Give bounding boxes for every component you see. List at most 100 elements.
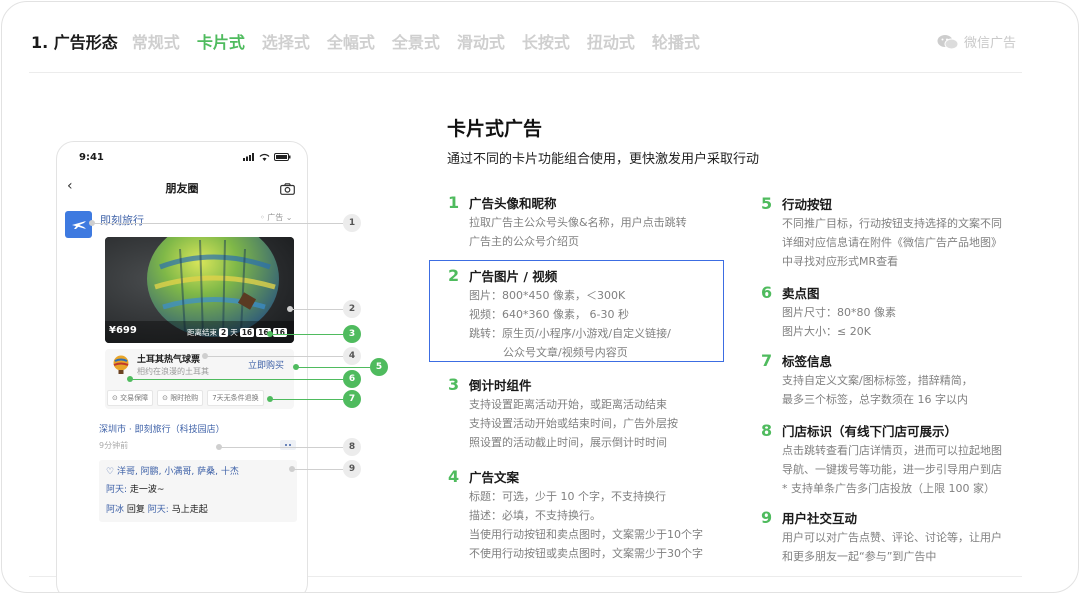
likes-list[interactable]: ♡ 洋哥, 阿鹏, 小满哥, 萨桑, 十杰 [106, 464, 239, 477]
wechat-icon [937, 34, 959, 49]
callout-line-3 [270, 334, 343, 335]
product-description: 相约在浪漫的土耳其 [137, 367, 209, 376]
feature-number: 4 [448, 467, 460, 486]
ad-nickname[interactable]: 即刻旅行 [100, 212, 144, 228]
callout-badge-7: 7 [343, 390, 361, 408]
content-subtitle: 通过不同的卡片功能组合使用，更快激发用户采取行动 [447, 152, 760, 167]
feature-description: 图片尺寸：80*80 像素 图片大小：≤ 20K [782, 306, 896, 338]
feature-title: 标签信息 [782, 354, 833, 369]
feature-description: 图片：800*450 像素，＜300K 视频：640*360 像素， 6-30 秒… [469, 289, 671, 359]
callout-line-7 [270, 399, 343, 400]
tab-regular[interactable]: 常规式 [132, 29, 180, 53]
slide-frame: 1. 广告形态 常规式 卡片式 选择式 全幅式 全景式 滑动式 长按式 扭动式 … [1, 1, 1079, 593]
feature-title: 卖点图 [782, 286, 820, 301]
feature-title: 广告图片 / 视频 [469, 269, 558, 284]
feature-title: 行动按钮 [782, 197, 833, 212]
store-link[interactable]: 深圳市 · 即刻旅行（科技园店） [99, 422, 225, 435]
section-title: 1. 广告形态 [31, 33, 118, 52]
price-label: ¥699 [109, 325, 137, 336]
callout-badge-8: 8 [343, 438, 361, 456]
balloon-selling-point-icon [112, 355, 130, 379]
tag-item: ⊙ 限时抢购 [157, 390, 204, 406]
brand-label: 微信广告 [964, 36, 1017, 51]
callout-dot-2 [287, 306, 293, 312]
callout-dot-9 [289, 466, 295, 472]
product-title: 土耳其热气球票 [137, 355, 201, 365]
airplane-icon [71, 220, 86, 229]
tag-item: ⊙ 交易保障 [107, 390, 154, 406]
countdown-days: 2 [219, 328, 229, 337]
content-title: 卡片式广告 [447, 118, 543, 140]
callout-dot-5 [293, 364, 299, 370]
feature-description: 点击跳转查看门店详情页，进而可以拉起地图 导航、一键拨号等功能，进一步引导用户到店… [782, 444, 1002, 495]
feature-number: 8 [761, 421, 773, 440]
comment-row[interactable]: 阿天: 走一波~ [106, 482, 164, 495]
post-time: 9分钟前 [99, 441, 129, 450]
callout-badge-3: 3 [343, 325, 361, 343]
callout-badge-5: 5 [370, 358, 388, 376]
camera-icon[interactable] [280, 180, 295, 199]
callout-dot-1 [89, 220, 95, 226]
callout-line-2 [290, 309, 343, 310]
tab-choice[interactable]: 选择式 [262, 29, 310, 53]
callout-line-9 [292, 469, 343, 470]
callout-badge-9: 9 [343, 460, 361, 478]
callout-line-6 [130, 379, 343, 380]
buy-now-button[interactable]: 立即购买 [248, 358, 284, 371]
feature-description: 标题：可选，少于 10 个字，不支持换行 描述：必填，不支持换行。 当使用行动按钮和… [469, 490, 703, 560]
tag-list: ⊙ 交易保障 ⊙ 限时抢购 7天无条件退换 [107, 390, 264, 406]
feature-number: 6 [761, 283, 773, 302]
feature-number: 1 [448, 193, 460, 212]
callout-badge-2: 2 [343, 300, 361, 318]
more-options-icon[interactable] [280, 440, 296, 450]
feature-description: 支持设置距离活动开始，或距离活动结束 支持设置活动开始或结束时间，广告外层按 照设置… [469, 398, 678, 449]
phone-mockup: 9:41 ‹ 朋友圈 即刻旅行 ◦ 广告 ⌄ ¥699 距离结束 2 天 16 … [56, 141, 308, 592]
callout-badge-4: 4 [343, 347, 361, 365]
callout-line-1 [92, 223, 343, 224]
feature-number: 9 [761, 508, 773, 527]
feature-number: 2 [448, 266, 460, 285]
callout-badge-6: 6 [343, 370, 361, 388]
feature-number: 5 [761, 194, 773, 213]
tab-twist[interactable]: 扭动式 [587, 29, 635, 53]
tab-carousel[interactable]: 轮播式 [652, 29, 700, 53]
feature-description: 拉取广告主公众号头像&名称，用户点击跳转 广告主的公众号介绍页 [469, 216, 687, 248]
ad-tag[interactable]: ◦ 广告 ⌄ [260, 212, 293, 223]
countdown-label: 距离结束 [187, 328, 217, 337]
feature-title: 广告头像和昵称 [469, 196, 557, 211]
tab-fullscreen[interactable]: 全幅式 [327, 29, 375, 53]
feature-title: 用户社交互动 [782, 511, 858, 526]
wechat-ads-brand: 微信广告 [937, 32, 1016, 51]
callout-dot-7 [267, 396, 273, 402]
battery-icon [274, 153, 291, 161]
tab-panorama[interactable]: 全景式 [392, 29, 440, 53]
callout-dot-6 [127, 376, 133, 382]
moments-nav-bar: ‹ 朋友圈 [57, 178, 307, 200]
callout-line-4 [205, 356, 343, 357]
callout-dot-8 [216, 444, 222, 450]
comment-row[interactable]: 阿冰 回复 阿天: 马上走起 [106, 502, 208, 515]
status-time: 9:41 [79, 152, 104, 163]
feature-number: 7 [761, 351, 773, 370]
top-divider [29, 72, 1022, 73]
tag-item: 7天无条件退换 [207, 390, 264, 406]
feature-title: 倒计时组件 [469, 378, 532, 393]
countdown-seconds: 16 [272, 328, 288, 337]
ad-avatar[interactable] [65, 211, 92, 238]
callout-dot-3 [267, 331, 273, 337]
tab-swipe[interactable]: 滑动式 [457, 29, 505, 53]
feature-title: 广告文案 [469, 470, 520, 485]
callout-dot-4 [202, 353, 208, 359]
status-icons [243, 153, 291, 161]
countdown-hours: 16 [239, 328, 255, 337]
ad-tag-label: 广告 [267, 213, 284, 222]
moments-title: 朋友圈 [165, 182, 199, 195]
format-nav: 1. 广告形态 常规式 卡片式 选择式 全幅式 全景式 滑动式 长按式 扭动式 … [31, 28, 717, 54]
tab-longpress[interactable]: 长按式 [522, 29, 570, 53]
countdown-day-unit: 天 [230, 328, 238, 337]
feature-number: 3 [448, 375, 460, 394]
callout-line-8 [219, 447, 343, 448]
signal-icon [243, 153, 254, 161]
wifi-icon [259, 153, 270, 161]
tab-card[interactable]: 卡片式 [197, 29, 245, 53]
